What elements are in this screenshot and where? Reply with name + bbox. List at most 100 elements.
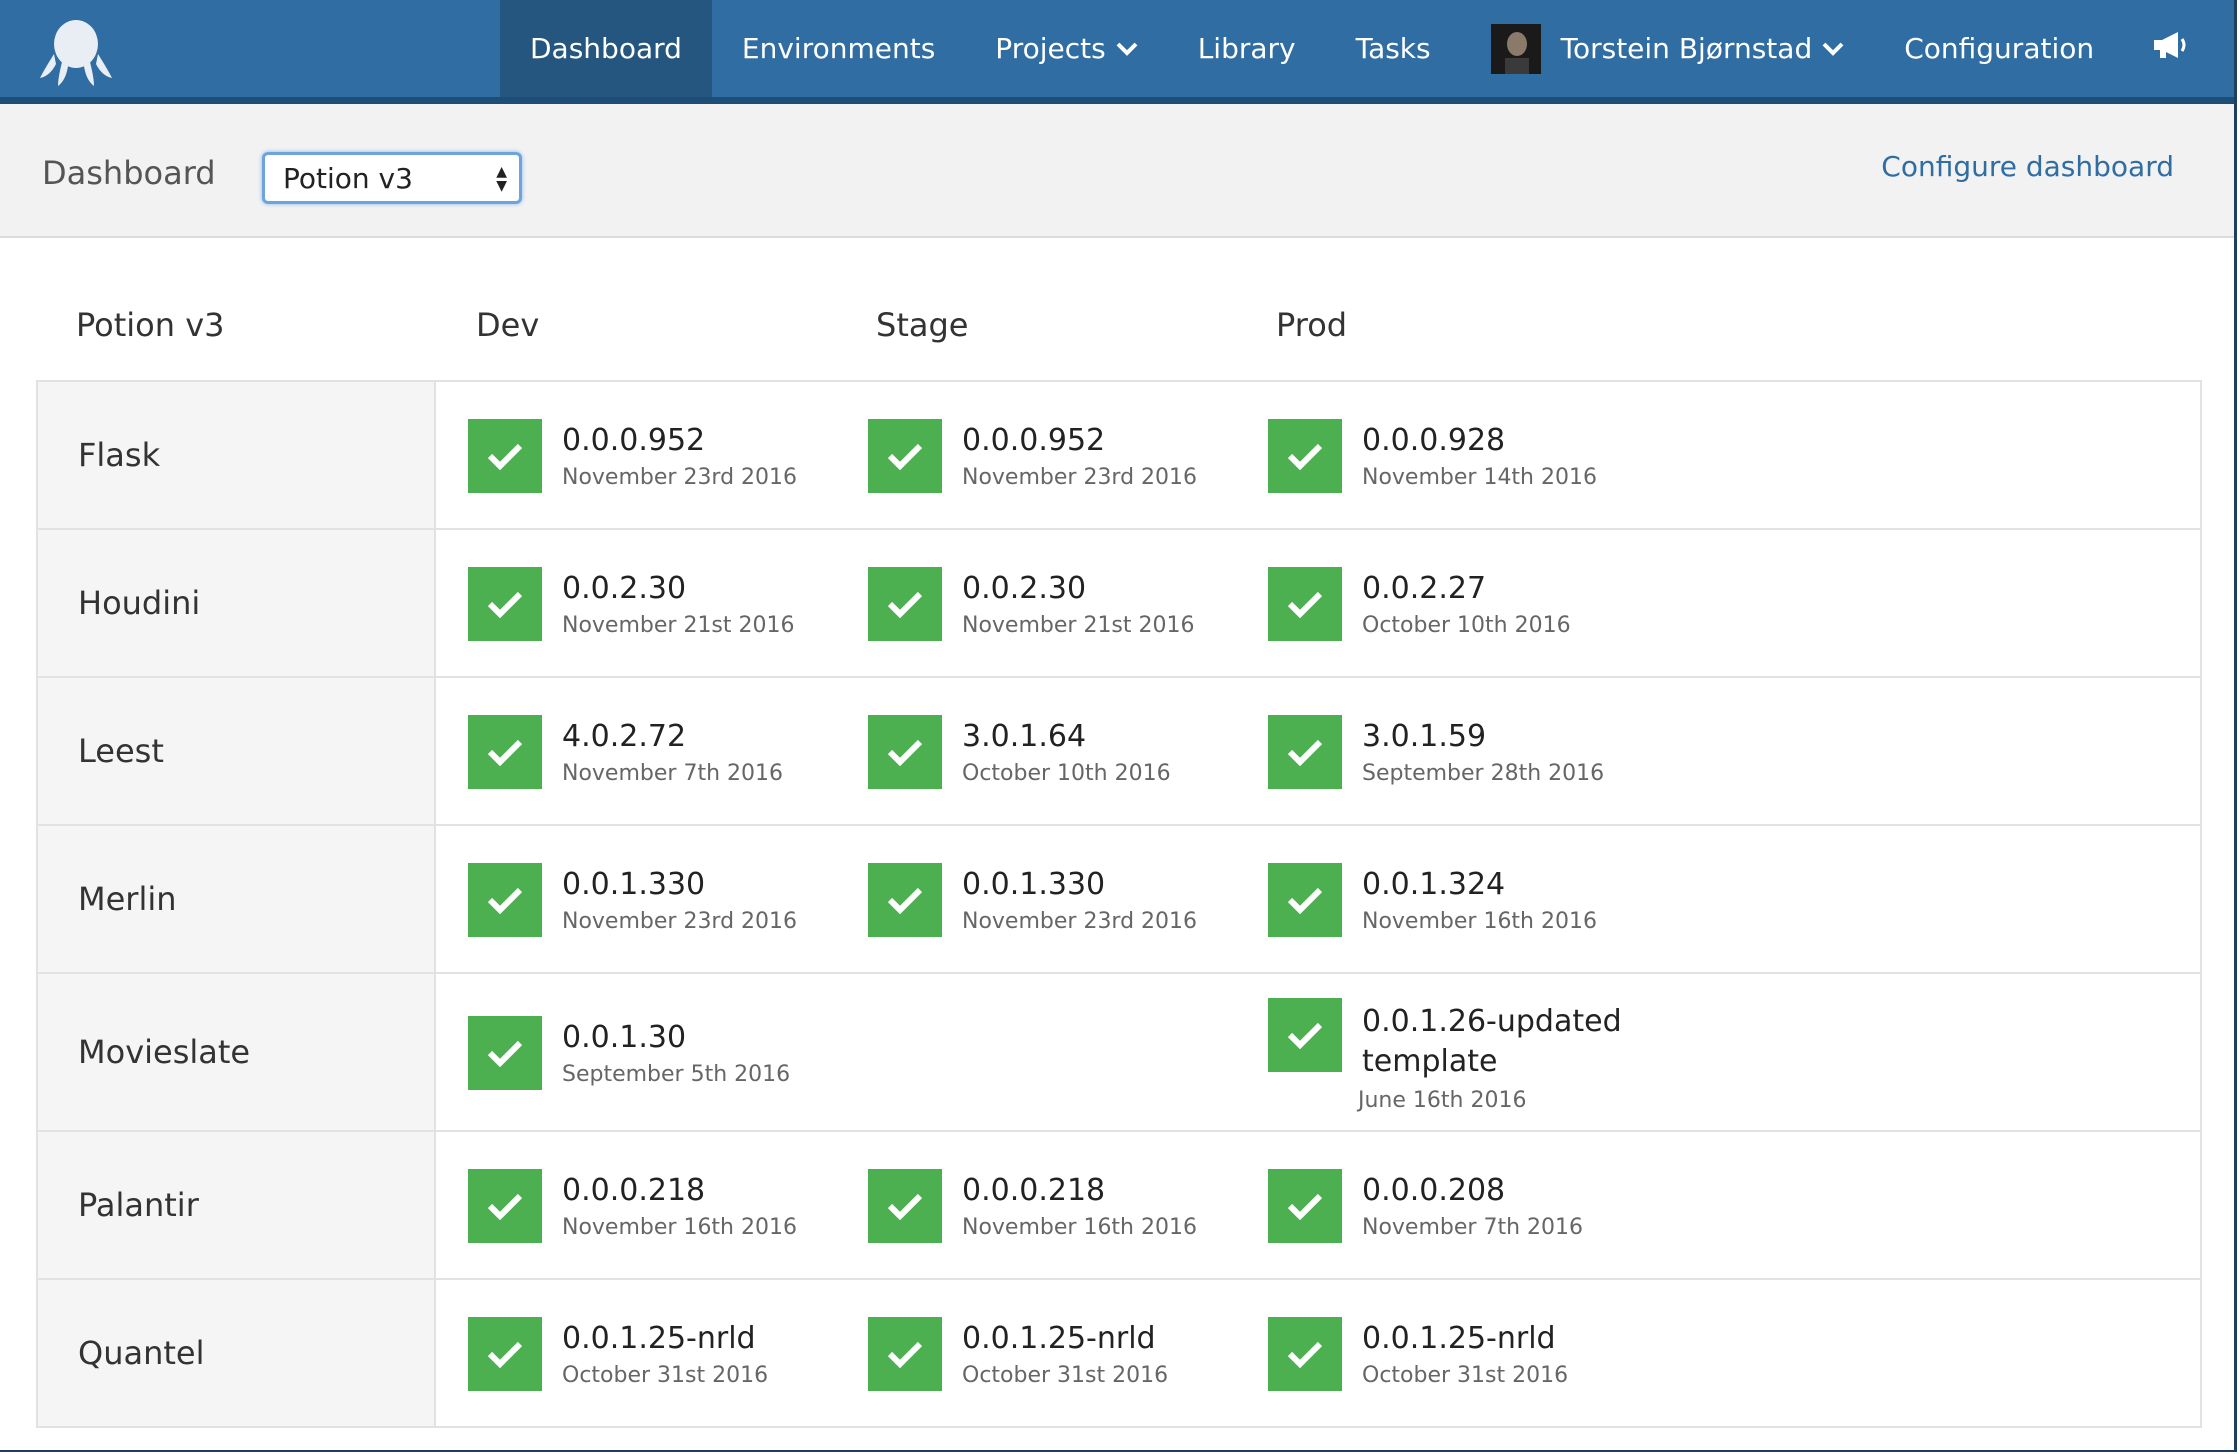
- deployment-cell[interactable]: 0.0.1.25-nrld October 31st 2016: [468, 1317, 868, 1391]
- deployment-cells: 0.0.1.30 September 5th 2016 0.0.1.26-updat…: [436, 974, 2200, 1130]
- table-header: Potion v3 Dev Stage Prod: [36, 238, 2202, 380]
- deployment-cell[interactable]: 4.0.2.72 November 7th 2016: [468, 715, 868, 789]
- success-check-icon: [868, 1317, 942, 1391]
- deployment-info: 0.0.0.208 November 7th 2016: [1362, 1169, 1583, 1240]
- deployment-date: November 7th 2016: [1362, 1215, 1583, 1240]
- deployment-date: September 5th 2016: [562, 1062, 791, 1087]
- deployment-date: November 21st 2016: [562, 613, 795, 638]
- deployment-cell[interactable]: 0.0.1.330 November 23rd 2016: [468, 863, 868, 937]
- project-name[interactable]: Quantel: [38, 1280, 436, 1426]
- nav-projects[interactable]: Projects: [965, 0, 1167, 97]
- release-version: 0.0.1.330: [962, 867, 1106, 902]
- announcements-button[interactable]: [2124, 0, 2216, 97]
- dashboard-select[interactable]: Potion v3 ▲ ▼: [262, 152, 522, 204]
- nav-user-name: Torstein Bjørnstad: [1560, 32, 1813, 65]
- nav-tasks-label: Tasks: [1355, 32, 1431, 65]
- release-version: 3.0.1.64: [962, 719, 1087, 754]
- deployment-cells: 0.0.2.30 November 21st 2016 0.0.2.30 Novemb…: [436, 530, 2200, 676]
- deployment-date: November 14th 2016: [1362, 465, 1597, 490]
- deployment-info: 0.0.2.27 October 10th 2016: [1362, 567, 1571, 638]
- release-version: 0.0.0.218: [962, 1173, 1106, 1208]
- success-check-icon: [468, 1317, 542, 1391]
- configure-dashboard-link[interactable]: Configure dashboard: [1881, 150, 2174, 183]
- deployment-date: October 10th 2016: [962, 761, 1171, 786]
- success-check-icon: [468, 715, 542, 789]
- help-button[interactable]: [2216, 0, 2234, 97]
- deployment-cell[interactable]: 0.0.0.208 November 7th 2016: [1268, 1169, 1668, 1243]
- project-name[interactable]: Flask: [38, 382, 436, 528]
- deployment-cell[interactable]: 0.0.1.25-nrld October 31st 2016: [1268, 1317, 1668, 1391]
- deployment-info: 0.0.2.30 November 21st 2016: [962, 567, 1195, 638]
- deployment-cell[interactable]: 0.0.0.218 November 16th 2016: [868, 1169, 1268, 1243]
- project-name[interactable]: Palantir: [38, 1132, 436, 1278]
- deployment-cell[interactable]: 0.0.0.952 November 23rd 2016: [868, 419, 1268, 493]
- deployment-cell[interactable]: 0.0.2.27 October 10th 2016: [1268, 567, 1668, 641]
- nav-projects-label: Projects: [995, 32, 1106, 65]
- table-row: Leest 4.0.2.72 November 7th 2016 3.0.1.64 Oc…: [38, 678, 2200, 826]
- project-name[interactable]: Movieslate: [38, 974, 436, 1130]
- success-check-icon: [1268, 567, 1342, 641]
- deployment-cell[interactable]: 0.0.0.928 November 14th 2016: [1268, 419, 1668, 493]
- nav-configuration[interactable]: Configuration: [1874, 0, 2124, 97]
- success-check-icon: [1268, 998, 1342, 1072]
- deployment-info: 0.0.1.330 November 23rd 2016: [962, 863, 1197, 934]
- deployment-date: June 16th 2016: [1358, 1088, 1527, 1113]
- success-check-icon: [1268, 1317, 1342, 1391]
- release-version: 0.0.2.30: [562, 571, 687, 606]
- deployment-date: November 16th 2016: [562, 1215, 797, 1240]
- deployment-info: 0.0.1.324 November 16th 2016: [1362, 863, 1597, 934]
- nav-library-label: Library: [1197, 32, 1296, 65]
- deployment-cell[interactable]: 0.0.0.218 November 16th 2016: [468, 1169, 868, 1243]
- release-version: 0.0.0.952: [562, 423, 706, 458]
- nav-tasks[interactable]: Tasks: [1326, 0, 1461, 97]
- deployment-info: 3.0.1.59 September 28th 2016: [1362, 715, 1604, 786]
- dashboard-table: Potion v3 Dev Stage Prod Flask 0.0.0.952 N…: [36, 238, 2202, 1428]
- deployment-date: October 31st 2016: [962, 1363, 1169, 1388]
- nav-user-menu[interactable]: Torstein Bjørnstad: [1461, 0, 1875, 97]
- deployment-info: 0.0.0.218 November 16th 2016: [562, 1169, 797, 1240]
- deployment-cells: 0.0.1.330 November 23rd 2016 0.0.1.330 Nove…: [436, 826, 2200, 972]
- release-version: 0.0.2.27: [1362, 571, 1487, 606]
- page-title: Dashboard: [42, 154, 216, 192]
- deployment-info: 0.0.2.30 November 21st 2016: [562, 567, 795, 638]
- deployment-cell[interactable]: 0.0.1.25-nrld October 31st 2016: [868, 1317, 1268, 1391]
- table-row: Movieslate 0.0.1.30 September 5th 2016 0.0.…: [38, 974, 2200, 1132]
- nav-library[interactable]: Library: [1168, 0, 1326, 97]
- deployment-date: November 23rd 2016: [962, 909, 1198, 934]
- deployment-cell[interactable]: 0.0.1.324 November 16th 2016: [1268, 863, 1668, 937]
- nav-environments[interactable]: Environments: [712, 0, 965, 97]
- deployment-cell[interactable]: 0.0.0.952 November 23rd 2016: [468, 419, 868, 493]
- release-version: 0.0.0.208: [1362, 1173, 1506, 1208]
- release-version: 0.0.1.25-nrld: [1362, 1321, 1556, 1356]
- deployment-date: November 23rd 2016: [962, 465, 1198, 490]
- project-name[interactable]: Merlin: [38, 826, 436, 972]
- octopus-logo-icon[interactable]: [36, 18, 116, 88]
- env-header-stage: Stage: [876, 306, 969, 344]
- release-version: 3.0.1.59: [1362, 719, 1487, 754]
- deployment-date: November 23rd 2016: [562, 465, 798, 490]
- deployment-date: October 10th 2016: [1362, 613, 1571, 638]
- success-check-icon: [868, 419, 942, 493]
- avatar: [1490, 23, 1541, 74]
- deployment-cell[interactable]: 0.0.1.330 November 23rd 2016: [868, 863, 1268, 937]
- deployment-info: 0.0.1.26-updatedtemplate June 16th 2016: [1358, 998, 1622, 1113]
- deployment-cell[interactable]: 3.0.1.59 September 28th 2016: [1268, 715, 1668, 789]
- deployment-cell[interactable]: 0.0.1.30 September 5th 2016: [468, 1016, 868, 1090]
- release-version: 0.0.0.928: [1362, 423, 1506, 458]
- nav-menu: Dashboard Environments Projects Library …: [500, 0, 2234, 97]
- release-version: 0.0.1.25-nrld: [562, 1321, 756, 1356]
- deployment-cells: 0.0.1.25-nrld October 31st 2016 0.0.1.25-n…: [436, 1280, 2200, 1426]
- top-navbar: Dashboard Environments Projects Library …: [0, 0, 2234, 104]
- deployment-cell[interactable]: 0.0.2.30 November 21st 2016: [868, 567, 1268, 641]
- deployment-info: 0.0.1.330 November 23rd 2016: [562, 863, 797, 934]
- project-name[interactable]: Leest: [38, 678, 436, 824]
- deployment-cell[interactable]: 0.0.2.30 November 21st 2016: [468, 567, 868, 641]
- deployment-cell[interactable]: 0.0.1.26-updatedtemplate June 16th 2016: [1268, 998, 1668, 1113]
- deployment-date: October 31st 2016: [1362, 1363, 1569, 1388]
- deployment-info: 3.0.1.64 October 10th 2016: [962, 715, 1171, 786]
- deployment-info: 0.0.1.25-nrld October 31st 2016: [562, 1317, 768, 1388]
- success-check-icon: [468, 419, 542, 493]
- nav-dashboard[interactable]: Dashboard: [500, 0, 712, 97]
- project-name[interactable]: Houdini: [38, 530, 436, 676]
- deployment-cell[interactable]: 3.0.1.64 October 10th 2016: [868, 715, 1268, 789]
